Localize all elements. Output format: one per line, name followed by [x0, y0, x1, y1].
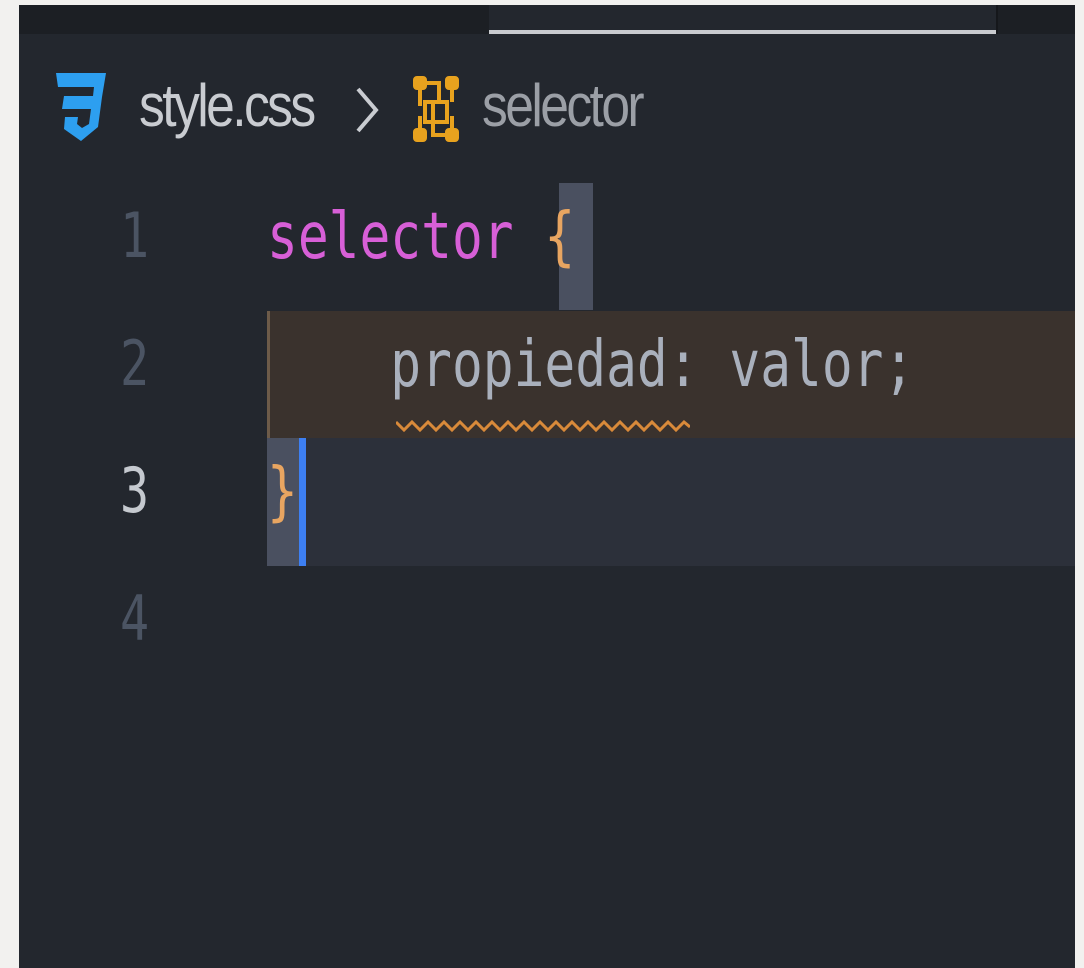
css-property-token: propiedad	[390, 328, 668, 402]
code-text[interactable]: selector {	[267, 205, 575, 269]
line-number: 2	[120, 327, 150, 400]
css-selector-token: selector	[267, 200, 514, 274]
line-number-current: 3	[120, 454, 150, 527]
code-text[interactable]: propiedad: valor;	[267, 333, 914, 397]
warning-squiggle[interactable]	[396, 416, 690, 436]
open-brace-token: {	[544, 200, 576, 274]
tab-bar	[19, 5, 1075, 34]
css-value-token: valor	[729, 328, 884, 402]
breadcrumb-file-name[interactable]: style.css	[139, 76, 316, 136]
text-cursor	[299, 438, 306, 566]
css3-file-icon[interactable]	[52, 67, 110, 147]
colon-token: :	[667, 328, 699, 402]
chevron-right-icon	[356, 87, 379, 133]
code-text[interactable]: }	[267, 460, 298, 524]
active-tab[interactable]	[489, 5, 997, 34]
code-line-1[interactable]: 1 selector {	[19, 183, 1075, 310]
tab-divider	[996, 5, 998, 34]
close-brace-token: }	[267, 455, 298, 529]
line-number: 1	[120, 199, 150, 272]
code-line-4[interactable]: 4	[19, 566, 1075, 693]
code-editor[interactable]: style.css selector 1 selector { 2 propie…	[19, 5, 1075, 968]
breadcrumb-symbol-name[interactable]: selector	[482, 76, 645, 136]
line-number: 4	[120, 582, 150, 655]
semicolon-token: ;	[883, 328, 915, 402]
breadcrumb: style.css selector	[19, 60, 1075, 170]
css-selector-symbol-icon	[413, 76, 459, 142]
code-line-3[interactable]: 3 }	[19, 438, 1075, 565]
